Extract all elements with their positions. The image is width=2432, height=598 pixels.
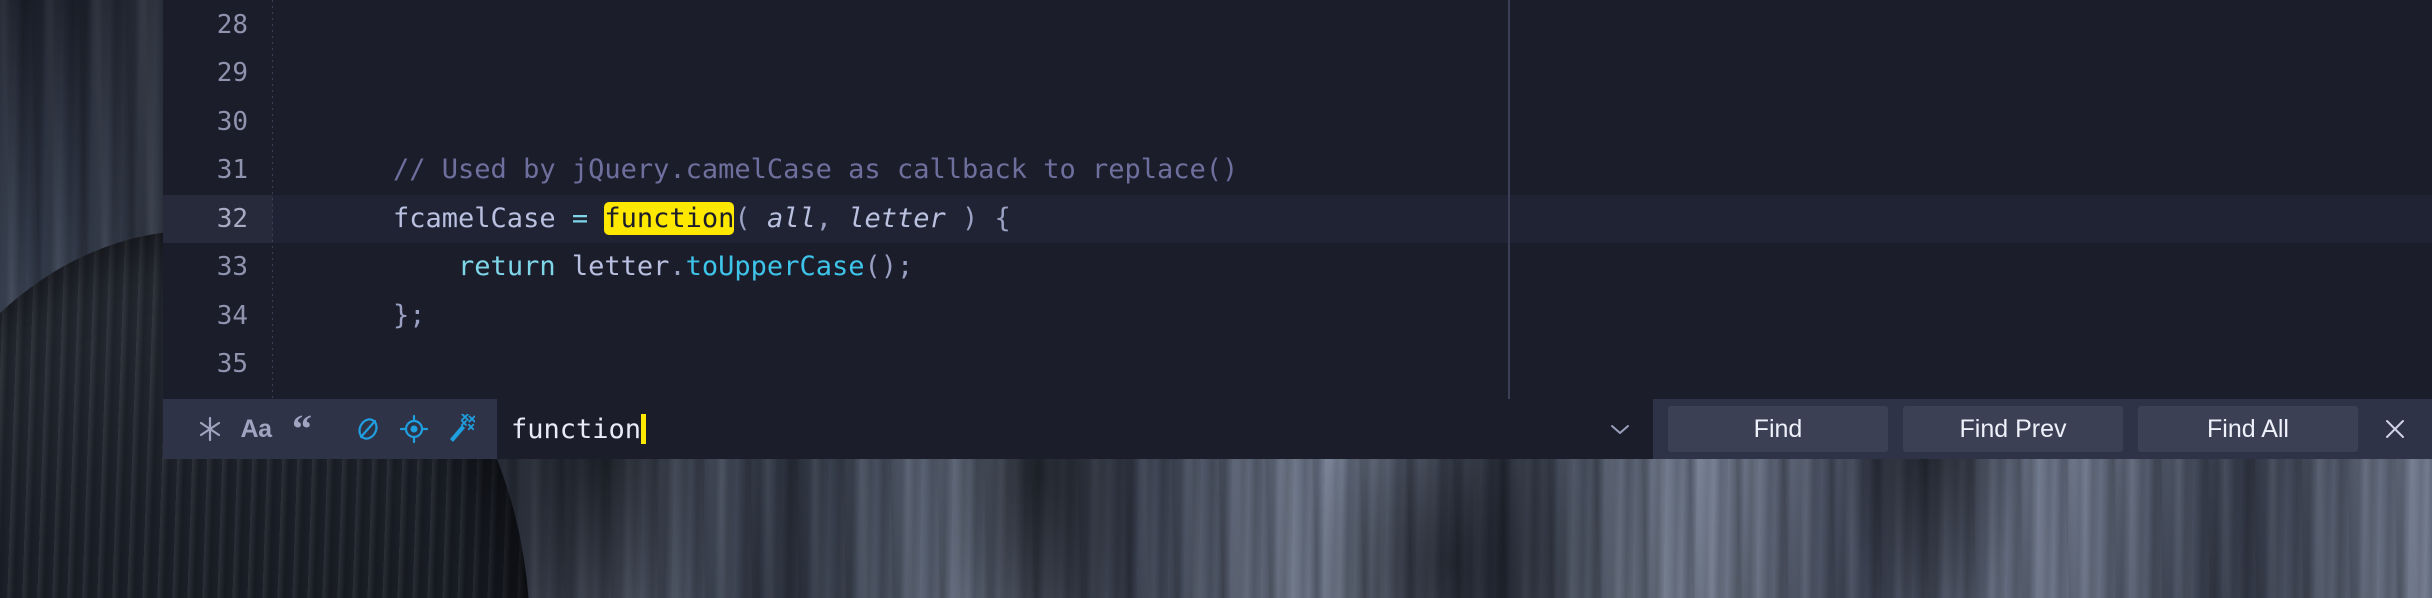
regex-toggle[interactable] [187,406,233,452]
desktop-background: 27282930313233343536 // Used by jQuery.c… [0,0,2432,598]
gutter-line-36[interactable]: 36 [163,389,273,400]
code-token-param: letter [848,202,946,234]
code-token-punct: (); [864,251,914,282]
search-input[interactable]: function [497,399,1653,459]
gutter-line-34[interactable]: 34 [163,292,273,341]
gutter-line-32[interactable]: 32 [163,194,273,243]
chevron-down-icon[interactable] [1603,399,1637,459]
code-line-36[interactable] [273,389,2432,400]
code-line-31[interactable]: // Used by jQuery.camelCase as callback … [273,146,2432,195]
close-icon[interactable] [2358,399,2432,459]
code-token-op: = [571,202,589,234]
code-line-34[interactable]: }; [273,292,2432,341]
code-token-punct: }; [328,299,426,331]
code-token-method: toUpperCase [685,251,865,282]
whole-word-toggle[interactable]: “ [279,406,325,452]
code-line-33[interactable]: return letter.toUpperCase(); [273,243,2432,292]
code-editor-area[interactable]: // Used by jQuery.camelCase as callback … [273,0,2432,399]
code-line-30[interactable] [273,98,2432,147]
code-line-29[interactable] [273,49,2432,98]
gutter-line-list: 27282930313233343536 [163,0,273,399]
code-line-list: // Used by jQuery.camelCase as callback … [273,0,2432,399]
code-token-punct: , [815,202,849,234]
code-token-comment: // Used by jQuery.camelCase as callback … [328,154,1239,185]
gutter-line-28[interactable]: 28 [163,1,273,50]
find-all-button[interactable]: Find All [2138,406,2358,452]
search-match-highlight: function [604,201,735,235]
editor-window: 27282930313233343536 // Used by jQuery.c… [163,0,2432,399]
gutter-line-30[interactable]: 30 [163,98,273,147]
in-selection-toggle[interactable] [391,406,437,452]
gutter-line-31[interactable]: 31 [163,146,273,195]
code-token-kw: return [458,251,556,282]
code-token-plain: fcamelCase [328,202,572,234]
wrap-toggle[interactable] [345,406,391,452]
code-token-punct: . [669,251,686,282]
line-number-gutter: 27282930313233343536 [163,0,273,399]
code-line-35[interactable] [273,340,2432,389]
code-token-punct: ( [734,202,767,234]
editor-body: 27282930313233343536 // Used by jQuery.c… [163,0,2432,399]
case-sensitive-toggle[interactable]: Aa [233,406,279,452]
code-line-32[interactable]: fcamelCase = function( all, letter ) { [273,194,2432,243]
find-bar: Aa “ function Find Find Prev Find All [163,399,2432,459]
find-options-group: Aa “ [187,406,483,452]
highlight-toggle[interactable] [437,406,483,452]
gutter-line-29[interactable]: 29 [163,49,273,98]
text-caret [641,414,647,444]
find-button[interactable]: Find [1668,406,1888,452]
search-input-value: function [511,413,642,445]
code-token-plain: letter [555,251,670,282]
code-line-28[interactable] [273,1,2432,50]
find-prev-button[interactable]: Find Prev [1903,406,2123,452]
code-token-punct: ) { [945,202,1011,234]
editor-split-divider[interactable] [1508,0,1510,399]
gutter-line-33[interactable]: 33 [163,243,273,292]
gutter-line-35[interactable]: 35 [163,340,273,389]
code-token-param: all [766,202,816,234]
